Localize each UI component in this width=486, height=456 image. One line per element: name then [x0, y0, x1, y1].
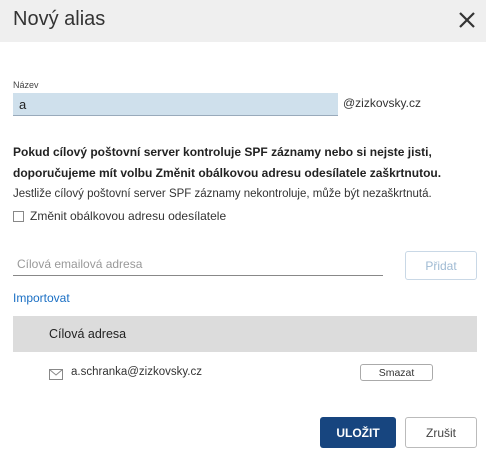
target-email-input[interactable] — [13, 252, 383, 276]
dialog-header: Nový alias — [0, 0, 486, 42]
alias-name-input[interactable] — [13, 93, 338, 116]
delete-button[interactable]: Smazat — [360, 364, 433, 381]
dialog-title: Nový alias — [13, 8, 106, 30]
column-header-target-address: Cílová adresa — [49, 327, 127, 341]
spf-info: Jestliže cílový poštovní server SPF zázn… — [13, 188, 432, 200]
row-email: a.schranka@zizkovsky.cz — [71, 366, 202, 378]
envelope-checkbox-row[interactable]: Změnit obálkovou adresu odesílatele — [13, 209, 226, 223]
name-field-label: Název — [13, 80, 39, 90]
save-button[interactable]: ULOŽIT — [320, 417, 396, 448]
cancel-button[interactable]: Zrušit — [405, 417, 477, 448]
envelope-checkbox[interactable] — [13, 210, 24, 222]
mail-icon — [49, 367, 63, 380]
spf-warning-line1: Pokud cílový poštovní server kontroluje … — [13, 145, 432, 159]
spf-warning-line2: doporučujeme mít volbu Změnit obálkovou … — [13, 166, 442, 180]
add-button[interactable]: Přidat — [405, 251, 477, 280]
domain-suffix: @zizkovsky.cz — [343, 96, 421, 110]
import-link[interactable]: Importovat — [13, 291, 70, 305]
table-row: a.schranka@zizkovsky.cz Smazat — [13, 360, 477, 386]
envelope-checkbox-label: Změnit obálkovou adresu odesílatele — [30, 209, 227, 223]
table-header: Cílová adresa — [13, 316, 477, 352]
close-icon[interactable] — [456, 9, 478, 31]
